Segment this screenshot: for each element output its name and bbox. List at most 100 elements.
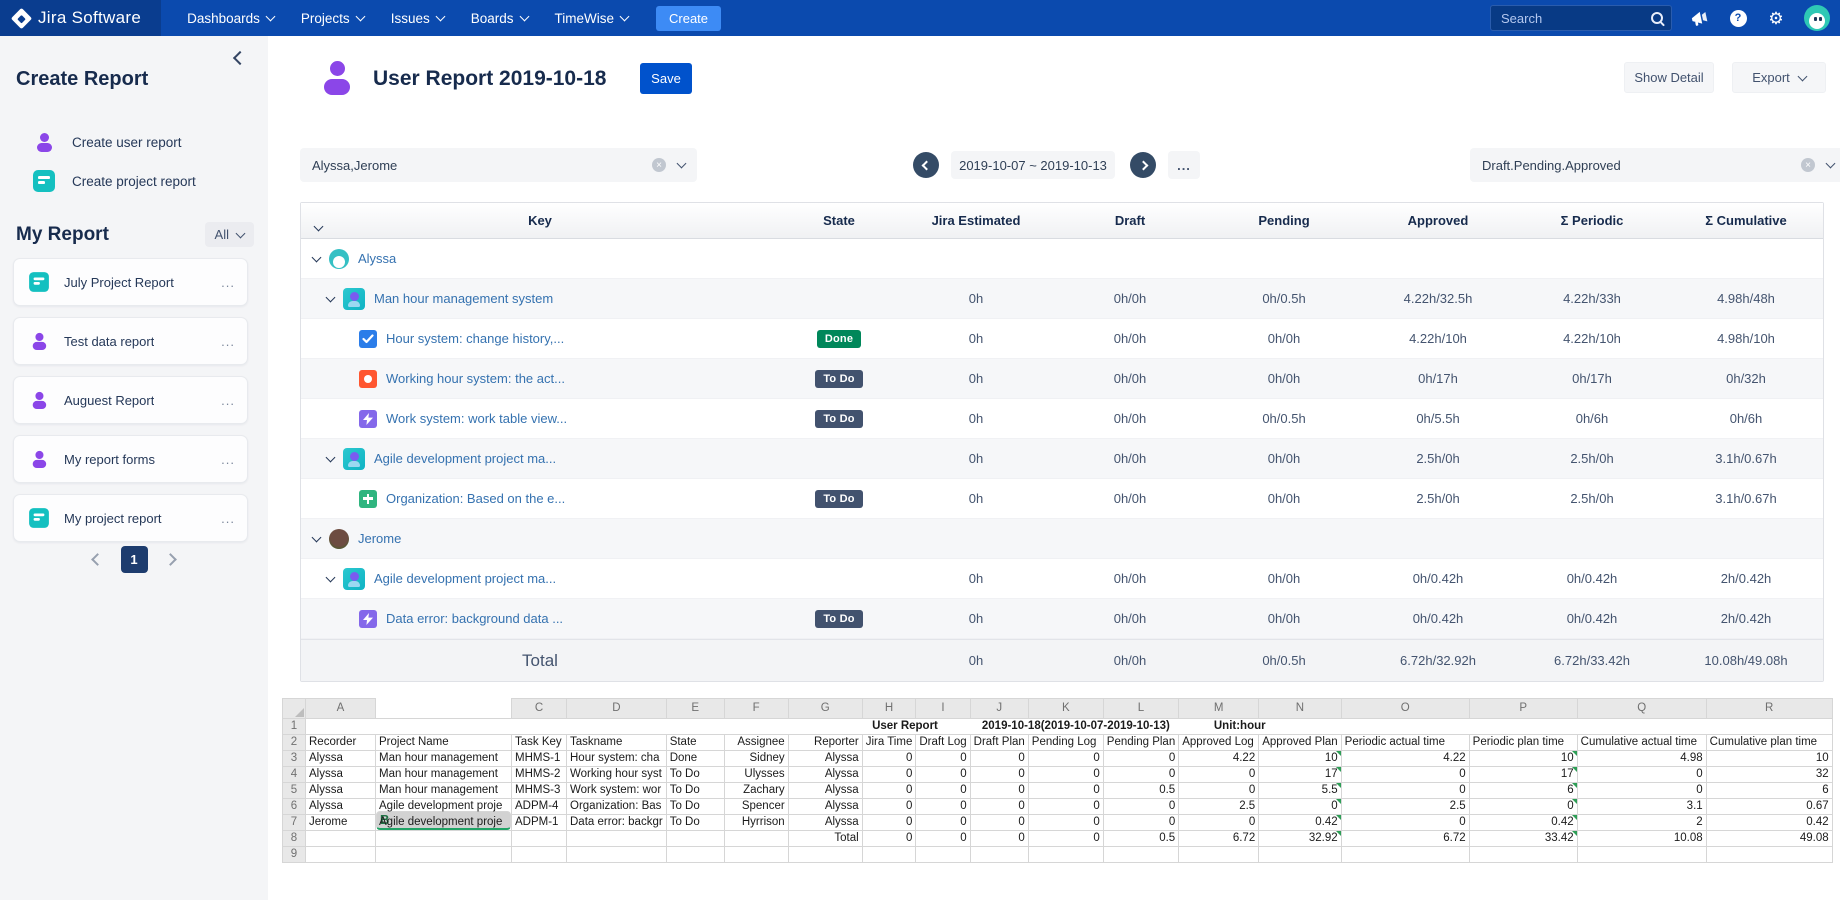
sheet-row-number[interactable]: 8 — [282, 829, 306, 847]
card-menu-button[interactable]: ... — [221, 275, 235, 290]
report-card-my-project-report[interactable]: My project report... — [13, 494, 248, 542]
sheet-cell[interactable]: 0 — [1027, 797, 1104, 815]
user-filter-clear-icon[interactable]: × — [652, 158, 666, 172]
sheet-cell[interactable] — [305, 845, 376, 863]
sheet-cell[interactable]: 0.67 — [1705, 797, 1833, 815]
sheet-cell[interactable]: 0 — [969, 813, 1029, 831]
search-icon[interactable] — [1651, 12, 1663, 24]
sheet-cell[interactable]: ADPM-4 — [511, 797, 567, 815]
sheet-cell[interactable]: 6.72 — [1178, 829, 1260, 847]
sheet-cell[interactable]: 0 — [1178, 765, 1260, 783]
sheet-header-cell[interactable]: Taskname — [566, 733, 667, 751]
save-button[interactable]: Save — [640, 63, 692, 94]
sheet-row-number[interactable]: 5 — [282, 781, 306, 799]
sheet-cell[interactable] — [861, 845, 917, 863]
sheet-cell[interactable] — [1468, 845, 1578, 863]
sheet-cell[interactable]: 0 — [969, 797, 1029, 815]
sheet-cell[interactable]: 0 — [1340, 781, 1470, 799]
sheet-cell[interactable]: Man hour management — [375, 781, 512, 799]
sheet-cell[interactable]: 33.42 — [1468, 829, 1578, 847]
app-logo[interactable]: Jira Software — [0, 0, 162, 36]
sheet-col-header-H[interactable]: H — [861, 698, 917, 719]
sheet-col-header-A[interactable]: A — [305, 698, 376, 719]
sheet-cell[interactable]: Alyssa — [305, 749, 376, 767]
card-menu-button[interactable]: ... — [221, 334, 235, 349]
expand-chevron-icon[interactable] — [325, 292, 336, 302]
state-filter-select[interactable]: Draft.Pending.Approved × — [1470, 148, 1840, 182]
sheet-header-cell[interactable]: Draft Log — [915, 733, 971, 751]
sheet-cell[interactable]: Work system: wor — [566, 781, 667, 799]
row-label[interactable]: Organization: Based on the e... — [386, 491, 565, 506]
sheet-cell[interactable]: 0 — [861, 749, 917, 767]
sheet-header-cell[interactable]: Approved Log — [1178, 733, 1260, 751]
expand-chevron-icon[interactable] — [325, 572, 336, 582]
report-card-july-project-report[interactable]: July Project Report... — [13, 258, 248, 306]
sheet-cell[interactable]: 0 — [915, 797, 971, 815]
sheet-cell[interactable]: Sidney — [723, 749, 789, 767]
sheet-cell[interactable]: 4.22 — [1178, 749, 1260, 767]
sheet-cell[interactable]: 32 — [1705, 765, 1833, 783]
row-label[interactable]: Man hour management system — [374, 291, 553, 306]
card-menu-button[interactable]: ... — [221, 452, 235, 467]
nav-item-projects[interactable]: Projects — [301, 11, 366, 26]
sheet-cell[interactable] — [1178, 845, 1260, 863]
sheet-col-header-C[interactable]: C — [511, 698, 567, 719]
sheet-cell[interactable]: MHMS-2 — [511, 765, 567, 783]
sheet-col-header-N[interactable]: N — [1258, 698, 1342, 719]
sheet-cell[interactable]: 10.08 — [1576, 829, 1707, 847]
sheet-cell[interactable]: 0.42 — [1705, 813, 1833, 831]
sheet-cell[interactable]: 0 — [1027, 749, 1104, 767]
sheet-row-number[interactable]: 7 — [282, 813, 306, 831]
sheet-cell[interactable]: 0 — [1576, 781, 1707, 799]
row-label[interactable]: Agile development project ma... — [374, 451, 556, 466]
sheet-header-cell[interactable]: Periodic actual time — [1340, 733, 1470, 751]
sheet-cell[interactable]: 0 — [1102, 797, 1180, 815]
sheet-cell[interactable]: 10 — [1258, 749, 1342, 767]
row-label[interactable]: Working hour system: the act... — [386, 371, 565, 386]
sheet-cell[interactable] — [1258, 845, 1342, 863]
sheet-cell[interactable]: 17 — [1258, 765, 1342, 783]
report-card-test-data-report[interactable]: Test data report... — [13, 317, 248, 365]
sheet-cell[interactable] — [723, 829, 789, 847]
sheet-cell[interactable]: 0.5 — [1102, 829, 1180, 847]
sheet-cell[interactable]: Man hour management — [375, 765, 512, 783]
nav-item-issues[interactable]: Issues — [391, 11, 446, 26]
sheet-cell[interactable]: 2 — [1576, 813, 1707, 831]
sheet-col-header-D[interactable]: D — [566, 698, 667, 719]
sheet-cell[interactable]: 2.5 — [1340, 797, 1470, 815]
sheet-col-header-J[interactable]: J — [969, 698, 1029, 719]
sheet-col-header-F[interactable]: F — [723, 698, 789, 719]
expand-chevron-icon[interactable] — [325, 452, 336, 462]
sheet-cell[interactable]: Alyssa — [305, 765, 376, 783]
sheet-cell[interactable]: Working hour syst — [566, 765, 667, 783]
card-menu-button[interactable]: ... — [221, 511, 235, 526]
sheet-cell[interactable]: 0 — [915, 765, 971, 783]
row-label[interactable]: Work system: work table view... — [386, 411, 567, 426]
sheet-cell[interactable]: 6 — [1705, 781, 1833, 799]
sheet-cell[interactable] — [566, 845, 667, 863]
sheet-cell[interactable]: 0 — [1468, 797, 1578, 815]
sheet-row-number[interactable]: 4 — [282, 765, 306, 783]
sheet-col-header-R[interactable]: R — [1705, 698, 1833, 719]
row-label[interactable]: Agile development project ma... — [374, 571, 556, 586]
sheet-cell[interactable]: 0 — [915, 749, 971, 767]
sheet-cell[interactable]: Jerome — [305, 813, 376, 831]
sheet-col-header-I[interactable]: I — [915, 698, 971, 719]
date-next-button[interactable] — [1130, 152, 1156, 178]
sheet-cell[interactable]: 32.92 — [1258, 829, 1342, 847]
show-detail-button[interactable]: Show Detail — [1624, 62, 1714, 93]
sheet-cell[interactable]: MHMS-1 — [511, 749, 567, 767]
sheet-cell[interactable]: 0.42 — [1468, 813, 1578, 831]
sheet-cell[interactable]: 0 — [1027, 765, 1104, 783]
sheet-cell[interactable]: 0 — [915, 781, 971, 799]
sheet-cell[interactable] — [1705, 845, 1833, 863]
sheet-cell[interactable]: Hour system: cha — [566, 749, 667, 767]
sheet-cell[interactable]: Man hour management — [375, 749, 512, 767]
sheet-col-header-G[interactable]: G — [787, 698, 863, 719]
sidebar-collapse-button[interactable] — [232, 50, 248, 66]
sheet-cell[interactable] — [305, 829, 376, 847]
help-icon[interactable]: ? — [1728, 8, 1748, 28]
sheet-cell[interactable]: Ulysses — [723, 765, 789, 783]
sheet-cell[interactable] — [1102, 845, 1180, 863]
sheet-cell[interactable]: 0 — [1102, 749, 1180, 767]
